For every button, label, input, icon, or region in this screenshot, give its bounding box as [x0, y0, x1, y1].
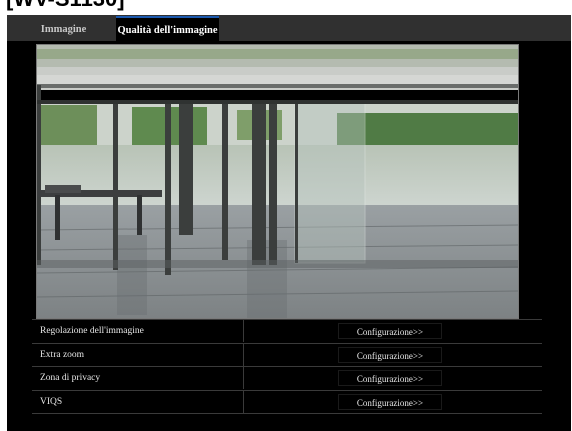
column-divider [243, 367, 244, 389]
settings-row-privacy-zone: Zona di privacy Configurazione>> [32, 367, 542, 391]
column-divider [243, 390, 244, 413]
tab-qualita-immagine[interactable]: Qualità dell'immagine [116, 16, 219, 43]
settings-row-extra-zoom: Extra zoom Configurazione>> [32, 343, 542, 367]
settings-panel: Immagine Qualità dell'immagine Regolazio… [7, 15, 571, 431]
tab-immagine[interactable]: Immagine [13, 18, 114, 41]
image-adjust-config-button[interactable]: Configurazione>> [338, 323, 442, 339]
viqs-config-button[interactable]: Configurazione>> [338, 393, 442, 410]
privacy-zone-config-button[interactable]: Configurazione>> [338, 370, 442, 386]
settings-row-label: VIQS [40, 396, 63, 407]
extra-zoom-config-button[interactable]: Configurazione>> [338, 346, 442, 363]
page-title: [WV-S1130] [6, 0, 125, 10]
camera-live-image [36, 44, 519, 319]
settings-row-viqs: VIQS Configurazione>> [32, 390, 542, 414]
settings-row-label: Extra zoom [40, 349, 85, 360]
tab-bar: Immagine Qualità dell'immagine [7, 15, 571, 43]
camera-scene-graphic [37, 45, 518, 318]
settings-row-label: Zona di privacy [40, 373, 101, 383]
settings-list: Regolazione dell'immagine Configurazione… [32, 319, 542, 414]
settings-row-image-adjust: Regolazione dell'immagine Configurazione… [32, 319, 542, 344]
column-divider [243, 320, 244, 342]
settings-row-label: Regolazione dell'immagine [40, 326, 144, 336]
column-divider [243, 343, 244, 366]
